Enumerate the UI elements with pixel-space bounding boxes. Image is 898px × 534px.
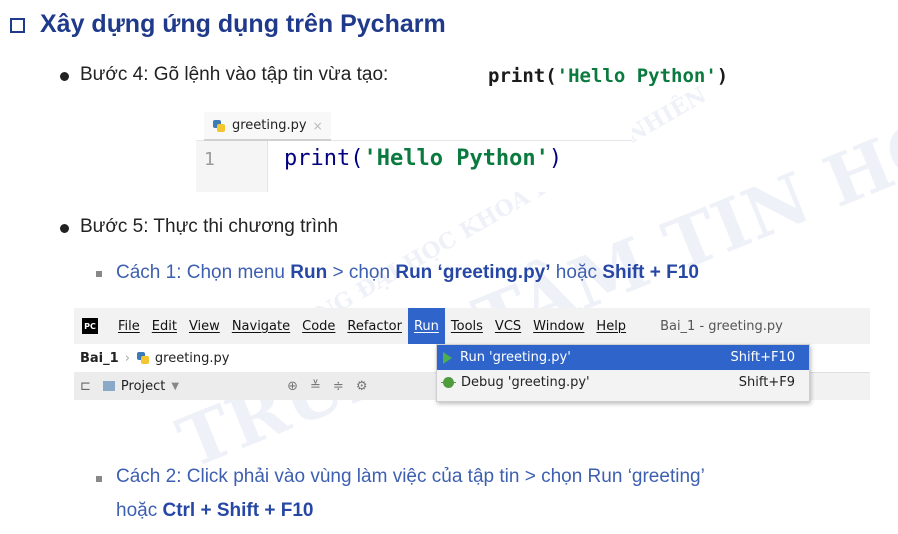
python-file-icon (136, 351, 150, 365)
step5-text: Bước 5: Thực thi chương trình (80, 216, 339, 237)
step4-label: Bước 4: Gõ lệnh vào tập tin vừa tạo: (80, 64, 389, 85)
line-number: 1 (204, 149, 215, 170)
code-end: ) (548, 146, 563, 171)
method2-or: hoặc (116, 500, 163, 521)
step4-code-fn: print( (488, 65, 557, 87)
menu-item-debug-shortcut: Shift+F9 (738, 375, 795, 390)
menu-bar: PC File Edit View Navigate Code Refactor… (74, 308, 870, 344)
sub-bullet-icon (96, 271, 102, 277)
close-icon[interactable]: × (313, 119, 323, 133)
page-title: Xây dựng ứng dụng trên Pycharm (40, 10, 446, 38)
settings-gear-icon[interactable]: ⚙ (356, 379, 368, 394)
run-icon (443, 351, 452, 364)
run-menu-dropdown: Run 'greeting.py' Shift+F10 Debug 'greet… (436, 344, 810, 402)
editor-tab-label: greeting.py (232, 118, 307, 133)
method1-run-file: Run ‘greeting.py’ (395, 262, 551, 283)
bullet-icon (60, 224, 69, 233)
python-file-icon (212, 119, 226, 133)
project-label[interactable]: Project (121, 379, 165, 394)
menu-run[interactable]: Run (407, 308, 445, 344)
method2-line2: hoặc Ctrl + Shift + F10 (116, 500, 313, 522)
locate-icon[interactable]: ⊕ (287, 379, 298, 394)
code-str: 'Hello Python' (363, 146, 549, 171)
editor-tab-greeting[interactable]: greeting.py × (204, 112, 331, 141)
debug-bug-icon (441, 377, 456, 388)
step4-code-str: 'Hello Python' (556, 65, 717, 87)
expand-all-icon[interactable]: ≚ (310, 379, 321, 394)
chevron-down-icon[interactable]: ▼ (171, 381, 179, 392)
menu-edit[interactable]: Edit (146, 308, 183, 344)
menu-vcs[interactable]: VCS (489, 308, 527, 344)
folder-icon (102, 381, 115, 391)
line-number-gutter: 1 (196, 141, 268, 192)
menu-window[interactable]: Window (527, 308, 590, 344)
window-title: Bai_1 - greeting.py (660, 318, 783, 334)
method1-or: hoặc (550, 262, 603, 283)
menu-file[interactable]: File (112, 308, 146, 344)
menu-item-run-label: Run 'greeting.py' (460, 350, 571, 365)
breadcrumb-project[interactable]: Bai_1 (80, 351, 119, 366)
step4-text: Bước 4: Gõ lệnh vào tập tin vừa tạo: (80, 64, 388, 86)
method2-line1: Cách 2: Click phải vào vùng làm việc của… (116, 466, 705, 487)
menu-refactor[interactable]: Refactor (341, 308, 408, 344)
method1-prefix: Cách 1: Chọn menu (116, 262, 291, 283)
step4-code: print('Hello Python') (488, 65, 728, 87)
menu-item-run-greeting[interactable]: Run 'greeting.py' Shift+F10 (437, 345, 809, 370)
collapse-all-icon[interactable]: ≑ (333, 379, 344, 394)
menu-help[interactable]: Help (590, 308, 632, 344)
menu-tools[interactable]: Tools (445, 308, 489, 344)
method1-text: Cách 1: Chọn menu Run > chọn Run ‘greeti… (116, 262, 699, 284)
menu-view[interactable]: View (183, 308, 226, 344)
editor-tab-bar: greeting.py × (196, 112, 632, 141)
bullet-icon (60, 72, 69, 81)
menu-navigate[interactable]: Navigate (226, 308, 296, 344)
method1-run: Run (290, 262, 328, 283)
pycharm-logo-icon: PC (82, 318, 98, 334)
code-fn: print( (284, 146, 364, 171)
chevron-right-icon: › (124, 350, 130, 366)
title-checkbox-icon (10, 18, 25, 33)
menu-item-run-shortcut: Shift+F10 (730, 350, 795, 365)
project-toolbar: ⊏ Project ▼ ⊕ ≚ ≑ ⚙ (74, 372, 434, 400)
method2-shortcut: Ctrl + Shift + F10 (162, 500, 314, 521)
method1-mid: > chọn (327, 262, 396, 283)
editor-snippet: greeting.py × 1 print('Hello Python') (196, 112, 632, 192)
code-line[interactable]: print('Hello Python') (284, 146, 562, 171)
sub-bullet-icon (96, 476, 102, 482)
ide-screenshot: PC File Edit View Navigate Code Refactor… (74, 308, 870, 402)
menu-item-debug-label: Debug 'greeting.py' (461, 375, 590, 390)
breadcrumb-file[interactable]: greeting.py (155, 351, 230, 366)
menu-code[interactable]: Code (296, 308, 341, 344)
pin-icon[interactable]: ⊏ (80, 379, 91, 394)
method1-shortcut: Shift + F10 (602, 262, 699, 283)
menu-item-debug-greeting[interactable]: Debug 'greeting.py' Shift+F9 (437, 370, 809, 395)
step4-code-end: ) (716, 65, 729, 87)
